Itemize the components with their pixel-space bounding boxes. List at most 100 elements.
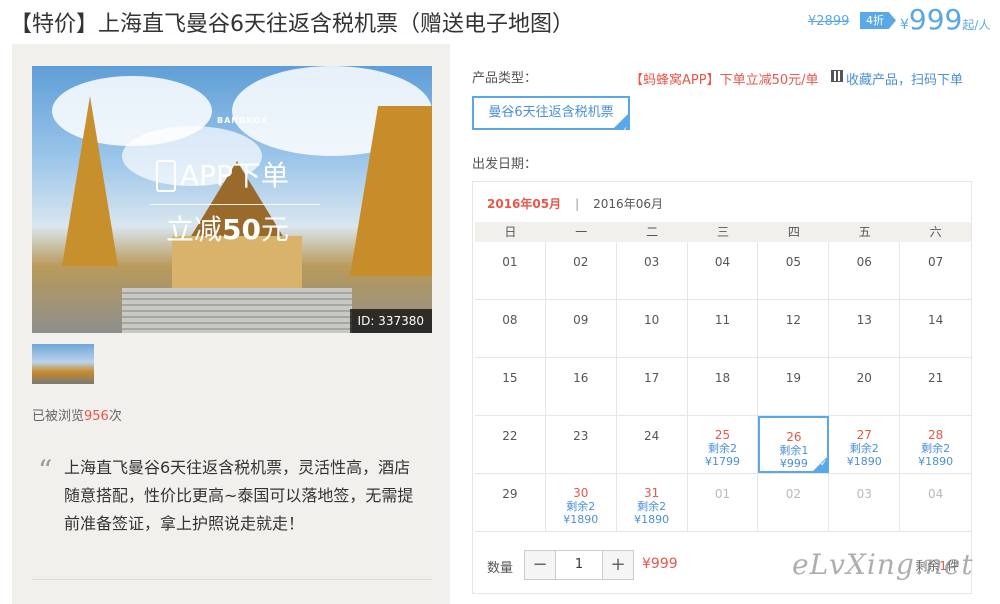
calendar-day: 24 [617,416,688,473]
calendar-day: 07 [900,242,971,299]
month-separator: | [575,197,580,211]
day-number: 10 [644,313,660,327]
day-number: 12 [785,313,801,327]
calendar-grid: 01 02 03 04 05 06 07 08 09 10 11 12 13 14 15 16 17 18 19 20… [475,242,971,532]
day-price: ¥1890 [634,513,670,526]
day-number: 22 [502,429,518,443]
increment-button[interactable]: + [603,551,633,579]
calendar-day-available[interactable]: 28 剩余2 ¥1890 [900,416,971,473]
calendar-week-row: 22232425剩余2¥179926剩余1¥99927剩余2¥189028剩余2… [475,416,971,474]
weekday-2: 二 [646,225,659,239]
calendar-day: 21 [900,358,971,415]
product-description: 上海直飞曼谷6天往返含税机票，灵活性高，酒店随意搭配，性价比更高~泰国可以落地签… [64,458,414,533]
month-tabs: 2016年05月 | 2016年06月 [487,195,663,212]
day-number: 25 [714,428,731,442]
day-number: 29 [502,487,518,501]
quote-icon: “ [38,454,53,487]
day-number: 24 [644,429,660,443]
calendar-day: 16 [546,358,617,415]
views-prefix: 已被浏览 [32,409,85,424]
day-number: 23 [573,429,589,443]
calendar-day-available[interactable]: 25 剩余2 ¥1799 [688,416,759,473]
day-number: 15 [502,371,518,385]
temple-spire-left [62,96,118,266]
day-number: 03 [644,255,660,269]
divider [32,579,432,580]
app-promo-text: 【蚂蜂窝APP】下单立减50元/单 [630,73,819,88]
day-number: 21 [927,371,944,385]
main-product-image[interactable]: BANGKOK APP下单 立减50元 ID: 337380 [32,66,432,333]
calendar-day: 10 [617,300,688,357]
calendar-day-available[interactable]: 31 剩余2 ¥1890 [617,474,688,531]
page-title: 【特价】上海直飞曼谷6天往返含税机票（赠送电子地图） [10,12,574,37]
views-number: 956 [84,409,109,424]
day-number: 17 [644,371,660,385]
product-header: 【特价】上海直飞曼谷6天往返含税机票（赠送电子地图） ¥2899 4折 ¥999… [0,0,1000,44]
day-number: 04 [714,255,731,269]
weekday-1: 一 [575,225,588,239]
product-type-option[interactable]: 曼谷6天往返含税机票 [472,96,630,146]
calendar-day: 06 [829,242,901,299]
qr-code-icon[interactable] [831,70,843,82]
calendar-day: 12 [758,300,830,357]
day-number: 31 [644,486,660,500]
calendar-week-row: 08 09 10 11 12 13 14 [475,300,971,358]
calendar-day: 18 [688,358,759,415]
total-price: ¥999 [642,556,678,572]
calendar-day: 03 [617,242,688,299]
day-number: 30 [573,486,589,500]
overlay-prefix: 立减 [166,213,223,246]
phone-icon [156,160,176,192]
price-unit: 起/人 [962,18,991,32]
calendar-day: 15 [475,358,546,415]
calendar-week-row: 01 02 03 04 05 06 07 [475,242,971,300]
day-number: 14 [927,313,944,327]
calendar-day-available[interactable]: 26 剩余1 ¥999 [758,416,830,473]
calendar-day: 02 [546,242,617,299]
view-count: 已被浏览956次 [32,405,122,424]
day-number: 09 [573,313,589,327]
thumbnail-image[interactable] [32,344,94,384]
calendar-day: 01 [688,474,759,531]
seats-left: 剩余1 [779,444,809,457]
temple-steps [122,288,352,333]
calendar-week-row: 29 30 剩余2 ¥1890 31 剩余2 ¥1890 01 02 03 04 [475,474,971,532]
calendar-day: 04 [688,242,759,299]
overlay-line1: APP下单 [180,159,289,192]
decrement-button[interactable]: − [525,551,555,579]
day-number: 05 [785,255,801,269]
day-price: ¥1890 [918,455,954,468]
calendar-day: 01 [475,242,546,299]
day-number: 03 [856,487,872,501]
date-calendar: 2016年05月 | 2016年06月 日 一 二 三 四 五 六 01 02 03 04 05 06 07… [472,181,972,594]
tab-month-may[interactable]: 2016年05月 [487,197,561,211]
seats-left: 剩余2 [566,500,596,513]
image-id: ID: 337380 [349,309,432,333]
calendar-day: 19 [758,358,830,415]
watermark: eLvXing.net [792,548,974,581]
day-number: 02 [785,487,801,501]
overlay-amount: 50 [222,213,261,246]
day-number: 27 [856,428,872,442]
day-number: 28 [927,428,944,442]
day-number: 19 [785,371,801,385]
day-number: 02 [573,255,589,269]
tab-month-june[interactable]: 2016年06月 [593,197,663,211]
calendar-day: 05 [758,242,830,299]
weekday-6: 六 [929,225,942,239]
original-price: ¥2899 [808,14,850,29]
app-promo-overlay: APP下单 立减50元 [150,154,320,254]
price-value: 999 [908,3,963,36]
collect-link[interactable]: 收藏产品，扫码下单 [846,69,963,88]
day-number: 13 [856,313,872,327]
seats-left: 剩余2 [921,442,951,455]
quantity-input[interactable]: 1 [555,551,603,579]
day-number: 11 [714,313,731,327]
calendar-day: 13 [829,300,901,357]
calendar-day-available[interactable]: 30 剩余2 ¥1890 [546,474,617,531]
day-number: 16 [573,371,589,385]
current-price: ¥999起/人 [900,3,990,36]
calendar-day: 14 [900,300,971,357]
calendar-day-available[interactable]: 27 剩余2 ¥1890 [829,416,901,473]
weekday-0: 日 [504,225,517,239]
